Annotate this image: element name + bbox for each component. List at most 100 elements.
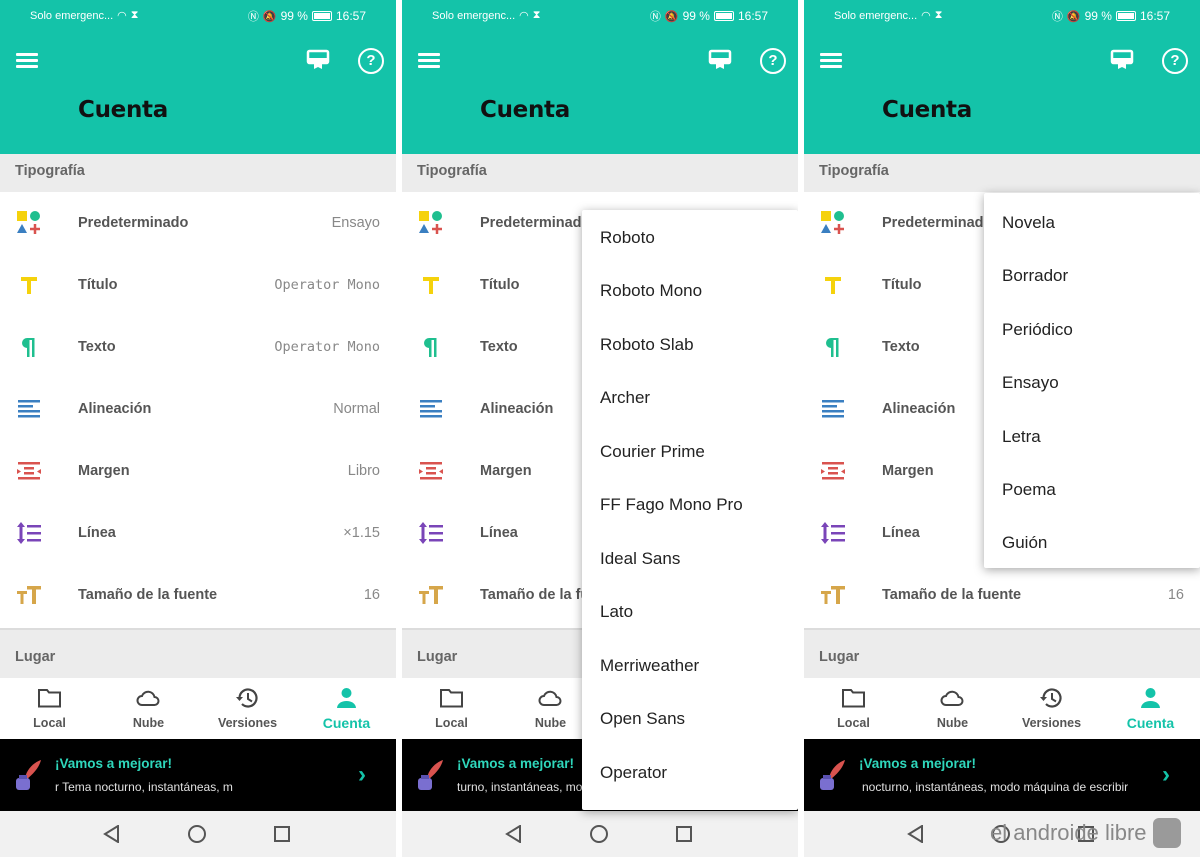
battery-text: 99 % — [682, 9, 710, 23]
align-left-icon — [822, 400, 844, 418]
row-default[interactable]: Predeterminado Ensayo — [0, 192, 396, 254]
shapes-icon — [17, 211, 40, 234]
font-option[interactable]: Operator — [600, 763, 667, 783]
chevron-right-icon: › — [1162, 761, 1170, 788]
help-icon[interactable]: ? — [1162, 48, 1188, 74]
font-option[interactable]: Archer — [600, 388, 650, 408]
wifi-icon: ◠ — [117, 10, 127, 22]
banner-icon[interactable] — [306, 48, 330, 72]
style-option[interactable]: Ensayo — [1002, 373, 1059, 393]
nav-local[interactable]: Local — [402, 678, 501, 739]
row-label: Título — [882, 277, 922, 293]
battery-text: 99 % — [1084, 9, 1112, 23]
battery-text: 99 % — [280, 9, 308, 23]
nav-account[interactable]: Cuenta — [1101, 678, 1200, 739]
cloud-icon — [538, 690, 562, 706]
font-size-icon — [17, 586, 41, 604]
row-label: Margen — [882, 463, 934, 479]
font-option[interactable]: Open Sans — [600, 709, 685, 729]
phone-screen-1: Solo emergenc... ◠ ⧗ Ⓝ 🔕 99 % 16:57 ? Cuenta … — [0, 0, 396, 857]
nfc-icon: Ⓝ — [1051, 11, 1063, 23]
nav-local[interactable]: Local — [804, 678, 903, 739]
help-icon[interactable]: ? — [358, 48, 384, 74]
style-option[interactable]: Letra — [1002, 427, 1041, 447]
font-option[interactable]: Ideal Sans — [600, 549, 680, 569]
back-triangle-icon[interactable] — [907, 825, 925, 843]
style-dropdown-menu: Novela Borrador Periódico Ensayo Letra P… — [984, 193, 1200, 568]
hamburger-menu-icon[interactable] — [820, 52, 844, 70]
bottom-nav: Local Nube Versiones Cuenta — [804, 678, 1200, 739]
row-value: 16 — [1167, 587, 1184, 603]
help-icon[interactable]: ? — [760, 48, 786, 74]
font-option[interactable]: FF Fago Mono Pro — [600, 495, 743, 515]
clock: 16:57 — [737, 9, 768, 23]
row-font-size[interactable]: Tamaño de la fuente 16 — [804, 564, 1200, 626]
nav-label: Versiones — [217, 716, 278, 730]
line-spacing-icon — [419, 522, 443, 544]
folder-icon — [842, 689, 865, 708]
nav-label: Local — [837, 716, 870, 730]
font-option[interactable]: Roboto Mono — [600, 281, 702, 301]
row-margin[interactable]: Margen Libro — [0, 440, 396, 502]
line-spacing-icon — [821, 522, 845, 544]
battery-icon — [1115, 11, 1136, 21]
title-t-icon — [423, 277, 439, 294]
status-bar: Solo emergenc... ◠ ⧗ Ⓝ 🔕 99 % 16:57 — [402, 0, 798, 30]
row-label: Margen — [480, 463, 532, 479]
settings-list: Predeterminado Ensayo Título Operator Mo… — [0, 192, 396, 628]
row-font-size[interactable]: Tamaño de la fuente 16 — [0, 564, 396, 626]
row-alignment[interactable]: Alineación Normal — [0, 378, 396, 440]
font-option[interactable]: Courier Prime — [600, 442, 705, 462]
promo-banner[interactable]: ¡Vamos a mejorar! nocturno, instantáneas… — [804, 739, 1200, 811]
carrier-text: Solo emergenc... — [30, 9, 114, 22]
nav-versions[interactable]: Versiones — [198, 678, 297, 739]
font-option[interactable]: Merriweather — [600, 656, 699, 676]
font-option[interactable]: Lato — [600, 602, 633, 622]
style-option[interactable]: Poema — [1002, 480, 1056, 500]
nfc-icon: Ⓝ — [247, 11, 259, 23]
back-triangle-icon[interactable] — [505, 825, 523, 843]
hamburger-menu-icon[interactable] — [418, 52, 442, 70]
recents-square-icon[interactable] — [676, 826, 692, 842]
nav-versions[interactable]: Versiones — [1002, 678, 1101, 739]
row-text[interactable]: Texto Operator Mono — [0, 316, 396, 378]
style-option[interactable]: Periódico — [1002, 320, 1073, 340]
nav-account[interactable]: Cuenta — [297, 678, 396, 739]
row-title[interactable]: Título Operator Mono — [0, 254, 396, 316]
font-option[interactable]: Roboto — [600, 228, 655, 248]
row-line-spacing[interactable]: Línea ×1.15 — [0, 502, 396, 564]
home-circle-icon[interactable] — [188, 825, 206, 843]
nav-cloud[interactable]: Nube — [903, 678, 1002, 739]
row-value: Libro — [347, 463, 380, 479]
shapes-icon — [419, 211, 442, 234]
font-option[interactable]: Roboto Slab — [600, 335, 694, 355]
promo-text: turno, instantáneas, modo máquina de esc… — [457, 780, 582, 794]
promo-title: ¡Vamos a mejorar! — [457, 756, 575, 771]
back-triangle-icon[interactable] — [103, 825, 121, 843]
wifi-icon: ◠ — [921, 10, 931, 22]
status-bar: Solo emergenc... ◠ ⧗ Ⓝ 🔕 99 % 16:57 — [0, 0, 396, 30]
hamburger-menu-icon[interactable] — [16, 52, 40, 70]
style-option[interactable]: Borrador — [1002, 266, 1068, 286]
nav-cloud[interactable]: Nube — [99, 678, 198, 739]
style-option[interactable]: Guión — [1002, 533, 1047, 553]
banner-icon[interactable] — [708, 48, 732, 72]
home-circle-icon[interactable] — [590, 825, 608, 843]
row-label: Margen — [78, 463, 130, 479]
promo-text: nocturno, instantáneas, modo máquina de … — [862, 780, 1129, 794]
style-option[interactable]: Novela — [1002, 213, 1055, 233]
phone-screen-2: Solo emergenc... ◠ ⧗ Ⓝ 🔕 99 % 16:57 ? Cuenta … — [402, 0, 798, 857]
hourglass-icon: ⧗ — [532, 9, 541, 21]
clock: 16:57 — [1139, 9, 1170, 23]
promo-banner[interactable]: ¡Vamos a mejorar! r Tema nocturno, insta… — [0, 739, 396, 811]
nav-local[interactable]: Local — [0, 678, 99, 739]
app-bar: ? Cuenta — [804, 30, 1200, 154]
chevron-right-icon: › — [358, 761, 366, 788]
row-label: Texto — [78, 339, 116, 355]
margin-icon — [821, 462, 845, 480]
banner-icon[interactable] — [1110, 48, 1134, 72]
font-dropdown-menu: Roboto Roboto Mono Roboto Slab Archer Co… — [582, 210, 798, 810]
recents-square-icon[interactable] — [274, 826, 290, 842]
android-logo-icon — [1152, 818, 1181, 848]
pilcrow-icon — [424, 338, 437, 357]
